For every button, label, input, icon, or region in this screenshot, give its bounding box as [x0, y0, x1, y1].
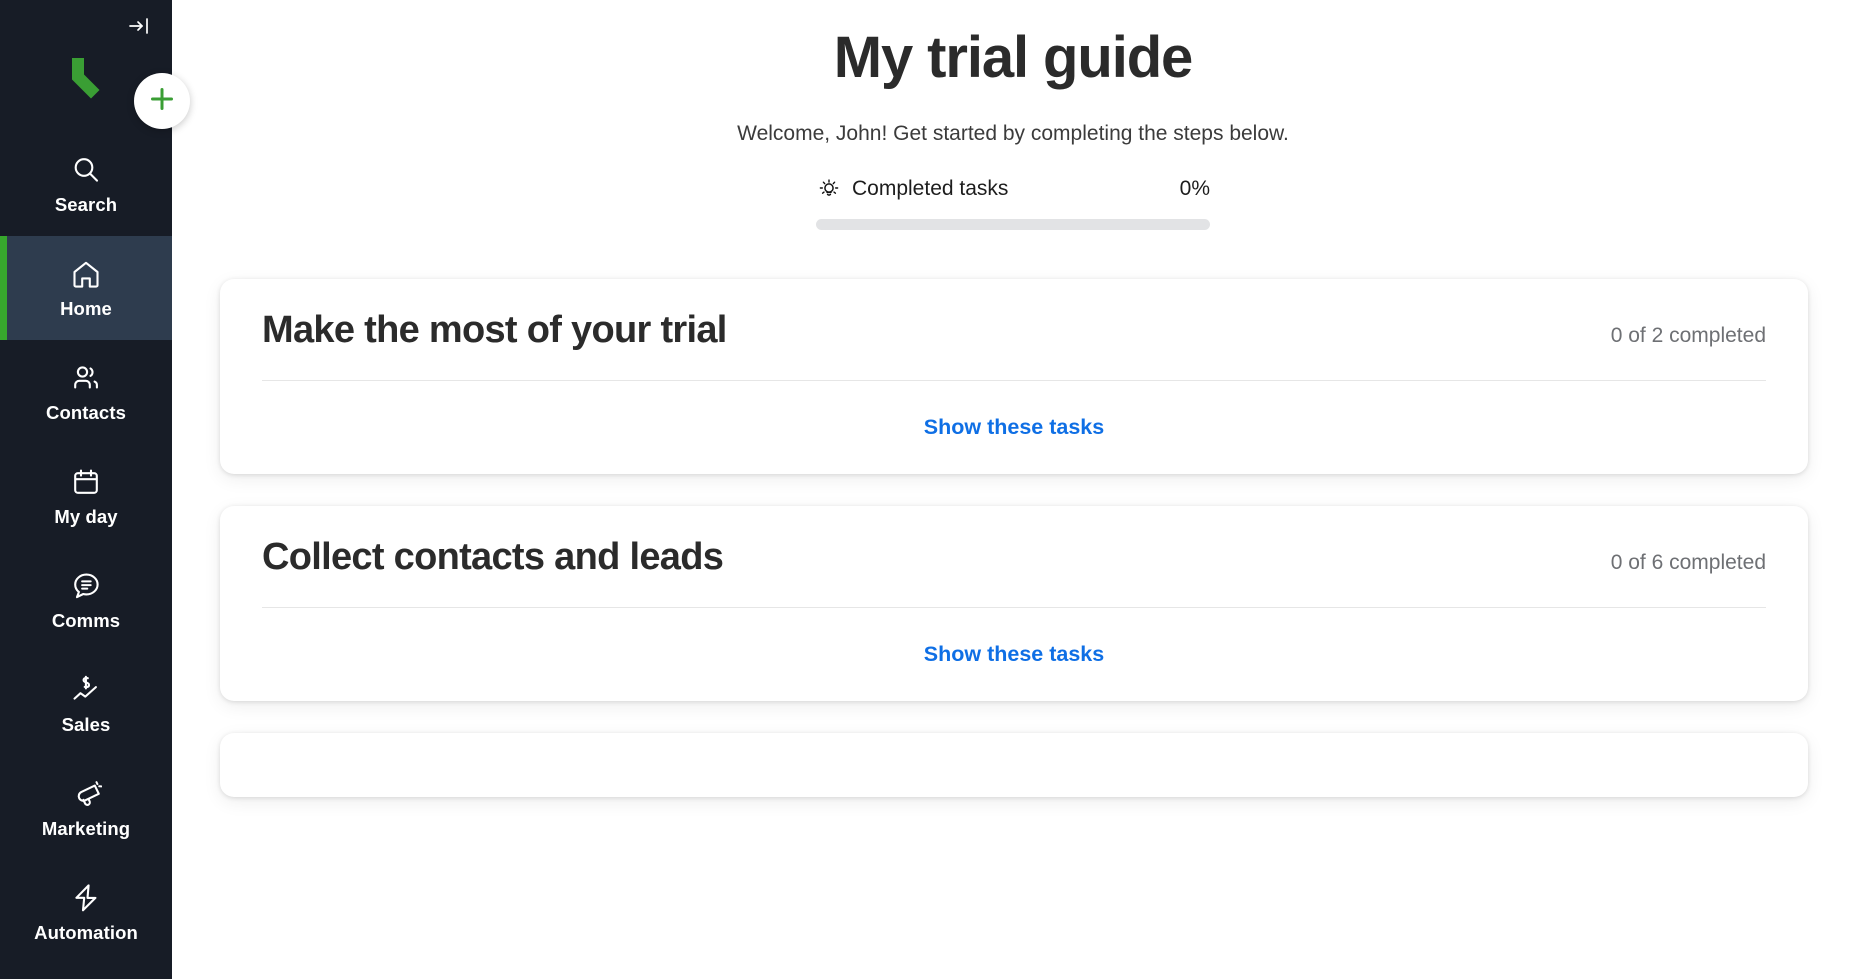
chat-bubble-icon [69, 569, 103, 603]
task-card-footer: Show these tasks [262, 381, 1766, 440]
task-card: Make the most of your trial 0 of 2 compl… [220, 279, 1808, 475]
sidebar-item-label: Sales [61, 714, 111, 736]
sidebar-item-label: Automation [34, 922, 138, 944]
sidebar-item-comms[interactable]: Comms [0, 548, 172, 652]
progress-label: Completed tasks [852, 177, 1009, 201]
task-card-header: Collect contacts and leads 0 of 6 comple… [262, 536, 1766, 607]
task-card: Collect contacts and leads 0 of 6 comple… [220, 506, 1808, 702]
sidebar-item-home[interactable]: Home [0, 236, 172, 340]
show-tasks-link[interactable]: Show these tasks [924, 642, 1104, 666]
add-button[interactable] [134, 73, 190, 129]
sidebar-item-marketing[interactable]: Marketing [0, 756, 172, 860]
task-card-footer: Show these tasks [262, 608, 1766, 667]
show-tasks-link[interactable]: Show these tasks [924, 415, 1104, 439]
sidebar: Search Home Contacts My day Comms Sales … [0, 0, 172, 979]
collapse-panel-icon[interactable] [124, 11, 154, 41]
calendar-icon [69, 465, 103, 499]
progress-header: Completed tasks 0% [816, 176, 1210, 202]
lightning-icon [69, 881, 103, 915]
task-card-title: Collect contacts and leads [262, 536, 724, 579]
task-card-list: Make the most of your trial 0 of 2 compl… [172, 279, 1854, 798]
progress-percent: 0% [1179, 177, 1210, 201]
sidebar-item-sales[interactable]: Sales [0, 652, 172, 756]
app-root: Search Home Contacts My day Comms Sales … [0, 0, 1854, 979]
task-card [220, 733, 1808, 798]
task-card-header: Make the most of your trial 0 of 2 compl… [262, 309, 1766, 380]
sidebar-item-label: Contacts [46, 402, 126, 424]
sidebar-nav: Search Home Contacts My day Comms Sales … [0, 132, 172, 964]
sidebar-item-label: Marketing [41, 818, 131, 840]
megaphone-icon [69, 777, 103, 811]
page-subtitle: Welcome, John! Get started by completing… [737, 122, 1289, 146]
plus-icon [148, 85, 176, 118]
sidebar-item-label: My day [54, 506, 118, 528]
lightbulb-icon [816, 176, 842, 202]
sidebar-item-search[interactable]: Search [0, 132, 172, 236]
main-content: My trial guide Welcome, John! Get starte… [172, 0, 1854, 979]
sidebar-item-contacts[interactable]: Contacts [0, 340, 172, 444]
sidebar-collapse-row [0, 0, 172, 52]
sales-chart-icon [69, 673, 103, 707]
sidebar-item-automation[interactable]: Automation [0, 860, 172, 964]
home-icon [69, 257, 103, 291]
sidebar-item-label: Comms [51, 610, 121, 632]
completed-tasks-progress: Completed tasks 0% [816, 176, 1210, 231]
page-title: My trial guide [833, 25, 1194, 90]
search-icon [69, 153, 103, 187]
progress-bar-track [816, 219, 1210, 231]
sidebar-item-my-day[interactable]: My day [0, 444, 172, 548]
sidebar-item-label: Home [60, 298, 112, 320]
task-card-title: Make the most of your trial [262, 309, 727, 352]
task-card-count: 0 of 2 completed [1610, 324, 1766, 348]
task-card-count: 0 of 6 completed [1610, 551, 1766, 575]
contacts-icon [69, 361, 103, 395]
sidebar-item-label: Search [54, 194, 118, 216]
